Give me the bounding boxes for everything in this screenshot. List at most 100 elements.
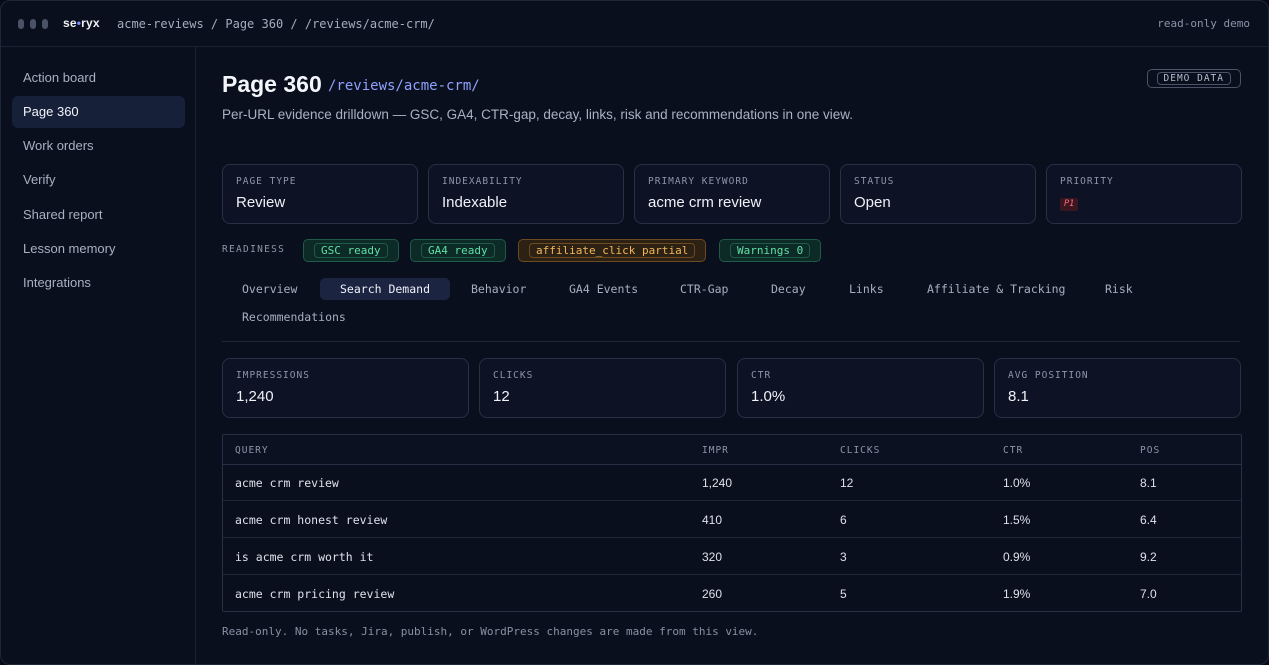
cell-pos: 6.4 — [1140, 513, 1157, 527]
readiness-chip-affiliate: affiliate_click partial — [518, 239, 707, 262]
readiness-label: READINESS — [222, 244, 286, 255]
card-value: acme crm review — [648, 194, 762, 211]
sidebar-item-lesson-memory[interactable]: Lesson memory — [12, 233, 185, 265]
card-status: STATUS Open — [840, 164, 1036, 224]
query-table: QUERY IMPR CLICKS CTR POS acme crm revie… — [222, 434, 1242, 612]
readiness-chip-warnings: Warnings 0 — [719, 239, 822, 262]
readiness-chip-gsc: GSC ready — [303, 239, 399, 262]
cell-ctr: 1.9% — [1003, 587, 1031, 601]
page-path[interactable]: /reviews/acme-crm/ — [328, 78, 480, 94]
breadcrumb: acme-reviews / Page 360 / /reviews/acme-… — [117, 17, 435, 31]
cell-clicks: 6 — [840, 513, 847, 527]
metric-ctr: CTR 1.0% — [737, 358, 984, 418]
column-header-impr[interactable]: IMPR — [702, 445, 729, 456]
logo-text-tail: ryx — [81, 16, 100, 30]
tab-risk[interactable]: Risk — [1085, 278, 1153, 300]
cell-query: is acme crm worth it — [235, 550, 374, 564]
tabs-divider — [222, 341, 1240, 342]
chip-label: GSC ready — [314, 243, 388, 258]
cell-pos: 7.0 — [1140, 587, 1157, 601]
sidebar: Action board Page 360 Work orders Verify… — [1, 47, 196, 664]
tab-overview[interactable]: Overview — [222, 278, 317, 300]
cell-clicks: 5 — [840, 587, 847, 601]
card-label: STATUS — [854, 176, 895, 187]
tab-search-demand[interactable]: Search Demand — [320, 278, 451, 300]
app-window: se•ryx acme-reviews / Page 360 / /review… — [0, 0, 1269, 665]
cell-ctr: 1.5% — [1003, 513, 1031, 527]
sidebar-item-shared-report[interactable]: Shared report — [12, 199, 185, 231]
card-label: PRIORITY — [1060, 176, 1114, 187]
page-title: Page 360 — [222, 71, 322, 97]
table-row[interactable]: acme crm pricing review 260 5 1.9% 7.0 — [223, 576, 1241, 612]
metric-impressions: IMPRESSIONS 1,240 — [222, 358, 469, 418]
cell-impr: 410 — [702, 513, 723, 527]
readiness-chip-ga4: GA4 ready — [410, 239, 506, 262]
demo-data-badge: DEMO DATA — [1146, 69, 1241, 88]
column-header-pos[interactable]: POS — [1140, 445, 1160, 456]
table-row[interactable]: acme crm honest review 410 6 1.5% 6.4 — [223, 502, 1241, 538]
tab-ga4-events[interactable]: GA4 Events — [549, 278, 658, 300]
column-header-clicks[interactable]: CLICKS — [840, 445, 880, 456]
card-label: PRIMARY KEYWORD — [648, 176, 749, 187]
metric-avg-position: AVG POSITION 8.1 — [994, 358, 1241, 418]
metric-value: 1,240 — [236, 388, 274, 405]
top-bar: se•ryx acme-reviews / Page 360 / /review… — [1, 1, 1268, 47]
card-primary-keyword: PRIMARY KEYWORD acme crm review — [634, 164, 830, 224]
sidebar-item-integrations[interactable]: Integrations — [12, 267, 185, 299]
table-row[interactable]: acme crm review 1,240 12 1.0% 8.1 — [223, 465, 1241, 501]
table-row[interactable]: is acme crm worth it 320 3 0.9% 9.2 — [223, 539, 1241, 575]
tab-behavior[interactable]: Behavior — [451, 278, 546, 300]
chip-label: GA4 ready — [421, 243, 495, 258]
card-value: Open — [854, 194, 891, 211]
metric-label: CTR — [751, 370, 772, 381]
chip-label: affiliate_click partial — [529, 243, 696, 258]
window-dot-icon[interactable] — [30, 19, 36, 29]
cell-impr: 320 — [702, 550, 723, 564]
card-label: INDEXABILITY — [442, 176, 523, 187]
sidebar-item-verify[interactable]: Verify — [12, 164, 185, 196]
window-dot-icon[interactable] — [18, 19, 24, 29]
card-priority: PRIORITY P1 — [1046, 164, 1242, 224]
card-value: Indexable — [442, 194, 508, 211]
metric-value: 12 — [493, 388, 510, 405]
column-header-query[interactable]: QUERY — [235, 445, 269, 456]
sidebar-item-action-board[interactable]: Action board — [12, 62, 185, 94]
main-content: Page 360 /reviews/acme-crm/ Per-URL evid… — [196, 47, 1268, 664]
tab-decay[interactable]: Decay — [751, 278, 826, 300]
card-indexability: INDEXABILITY Indexable — [428, 164, 624, 224]
demo-data-badge-label: DEMO DATA — [1156, 72, 1231, 85]
cell-query: acme crm review — [235, 476, 339, 490]
card-label: PAGE TYPE — [236, 176, 297, 187]
tab-ctr-gap[interactable]: CTR-Gap — [660, 278, 748, 300]
priority-badge: P1 — [1060, 198, 1079, 211]
chip-label: Warnings 0 — [730, 243, 811, 258]
metric-label: CLICKS — [493, 370, 534, 381]
window-controls — [18, 19, 48, 29]
footer-note: Read-only. No tasks, Jira, publish, or W… — [222, 625, 759, 638]
tab-recommendations[interactable]: Recommendations — [222, 306, 366, 328]
logo: se•ryx — [63, 16, 100, 30]
card-value: Review — [236, 194, 286, 211]
mode-label: read-only demo — [1157, 17, 1250, 30]
metric-label: AVG POSITION — [1008, 370, 1089, 381]
cell-clicks: 12 — [840, 476, 854, 490]
sidebar-item-work-orders[interactable]: Work orders — [12, 130, 185, 162]
column-header-ctr[interactable]: CTR — [1003, 445, 1023, 456]
tab-affiliate-tracking[interactable]: Affiliate & Tracking — [907, 278, 1085, 300]
cell-clicks: 3 — [840, 550, 847, 564]
cell-ctr: 1.0% — [1003, 476, 1031, 490]
window-dot-icon[interactable] — [42, 19, 48, 29]
metric-label: IMPRESSIONS — [236, 370, 310, 381]
table-header: QUERY IMPR CLICKS CTR POS — [223, 435, 1241, 465]
cell-query: acme crm honest review — [235, 513, 388, 527]
metric-value: 1.0% — [751, 388, 786, 405]
cell-pos: 8.1 — [1140, 476, 1157, 490]
cell-ctr: 0.9% — [1003, 550, 1031, 564]
card-page-type: PAGE TYPE Review — [222, 164, 418, 224]
cell-impr: 1,240 — [702, 476, 733, 490]
sidebar-item-page-360[interactable]: Page 360 — [12, 96, 185, 128]
page-description: Per-URL evidence drilldown — GSC, GA4, C… — [222, 107, 854, 122]
tab-links[interactable]: Links — [829, 278, 904, 300]
cell-impr: 260 — [702, 587, 723, 601]
metric-value: 8.1 — [1008, 388, 1029, 405]
